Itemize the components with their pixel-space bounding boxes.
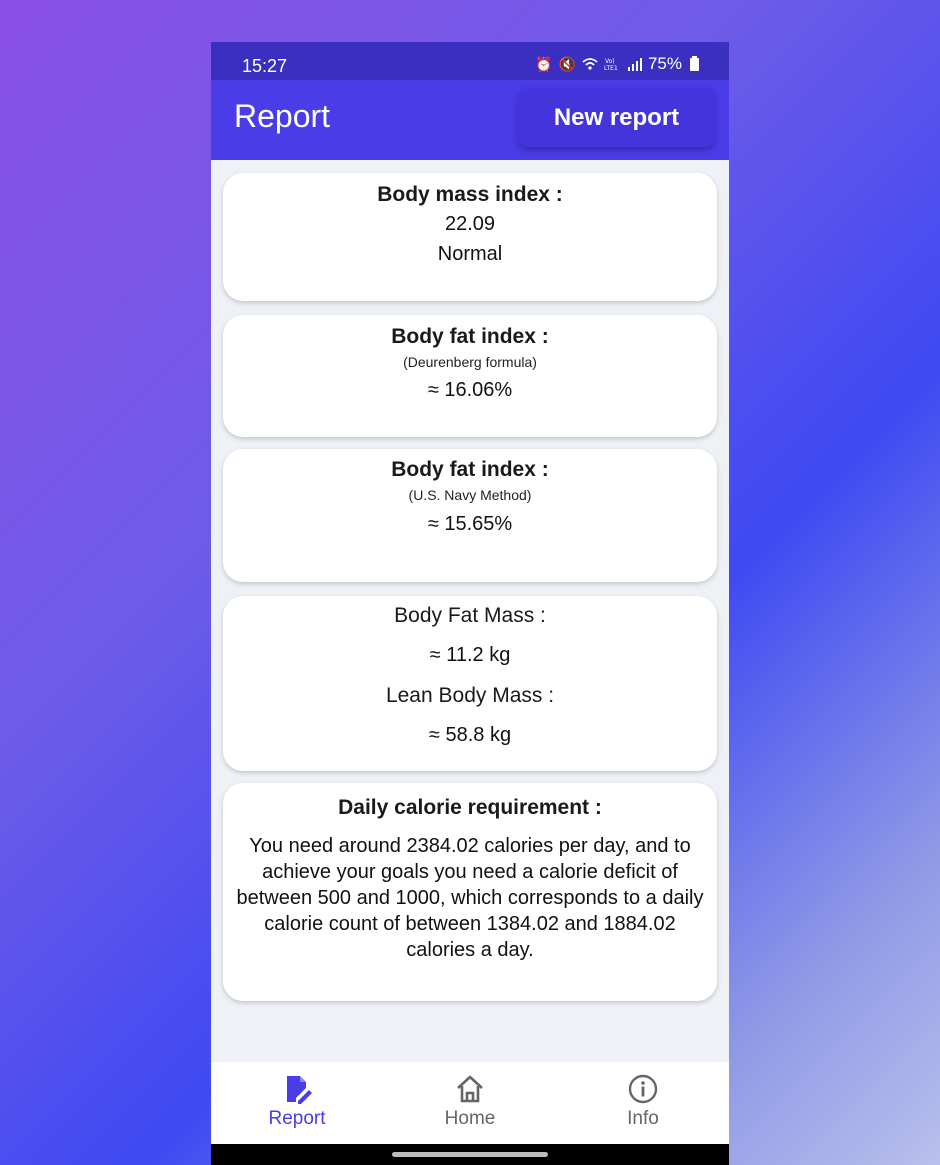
- bmi-category: Normal: [437, 243, 503, 265]
- body-fat-navy-card: Body fat index : (U.S. Navy Method) ≈ 15…: [223, 449, 717, 582]
- battery-icon: [690, 55, 699, 71]
- wifi-icon: [582, 58, 598, 70]
- app-bar: Report New report: [211, 80, 729, 160]
- calorie-card: Daily calorie requirement : You need aro…: [223, 783, 717, 1001]
- fat-mass-heading: Body Fat Mass :: [394, 604, 546, 627]
- lean-mass-heading: Lean Body Mass :: [385, 684, 555, 707]
- new-report-button[interactable]: New report: [518, 88, 715, 147]
- fat-navy-value: ≈ 15.65%: [427, 513, 513, 535]
- svg-text:LTE1: LTE1: [604, 65, 618, 71]
- nav-label-report: Report: [268, 1108, 326, 1129]
- lean-mass-value: ≈ 58.8 kg: [428, 724, 512, 746]
- fat-navy-heading: Body fat index :: [391, 458, 549, 481]
- info-icon: [628, 1074, 658, 1104]
- svg-text:Vo): Vo): [605, 58, 615, 65]
- page-title: Report: [234, 98, 331, 134]
- bmi-heading: Body mass index :: [377, 183, 563, 206]
- body-mass-card: Body Fat Mass : ≈ 11.2 kg Lean Body Mass…: [223, 596, 717, 771]
- fat-deurenberg-method: (Deurenberg formula): [403, 354, 537, 370]
- phone-screen: 15:27 ⏰ 🔇 Vo) LTE1 75% Report New report …: [211, 42, 729, 1165]
- volte-icon: Vo)LTE1: [604, 58, 618, 71]
- nav-item-info[interactable]: Info: [583, 1074, 703, 1130]
- edit-document-icon: [287, 1076, 312, 1104]
- bmi-value: 22.09: [444, 213, 496, 235]
- fat-deurenberg-value: ≈ 16.06%: [427, 379, 513, 401]
- nav-label-info: Info: [627, 1108, 659, 1129]
- status-icons: ⏰ 🔇 Vo) LTE1 75%: [535, 54, 699, 74]
- body-fat-deurenberg-card: Body fat index : (Deurenberg formula) ≈ …: [223, 315, 717, 437]
- home-indicator[interactable]: [392, 1152, 548, 1157]
- fat-mass-value: ≈ 11.2 kg: [429, 644, 511, 666]
- nav-item-home[interactable]: Home: [410, 1074, 530, 1130]
- calorie-text: You need around 2384.02 calories per day…: [236, 835, 704, 961]
- alarm-icon: ⏰: [535, 55, 553, 72]
- gesture-bar: [211, 1144, 729, 1165]
- battery-percent: 75%: [647, 54, 682, 73]
- bottom-navigation: Report Home Info: [211, 1062, 729, 1144]
- home-icon: [457, 1075, 483, 1103]
- fat-navy-method: (U.S. Navy Method): [408, 487, 532, 503]
- calorie-heading: Daily calorie requirement :: [338, 796, 602, 819]
- fat-deurenberg-heading: Body fat index :: [391, 325, 549, 348]
- status-bar: 15:27 ⏰ 🔇 Vo) LTE1 75%: [211, 42, 729, 80]
- nav-item-report[interactable]: Report: [237, 1074, 357, 1130]
- bmi-card: Body mass index : 22.09 Normal: [223, 173, 717, 301]
- nav-label-home: Home: [444, 1108, 496, 1129]
- report-content[interactable]: Body mass index : 22.09 Normal Body fat …: [211, 160, 729, 1060]
- mute-icon: 🔇: [558, 55, 576, 72]
- signal-icon: [627, 58, 642, 71]
- status-time: 15:27: [242, 56, 288, 76]
